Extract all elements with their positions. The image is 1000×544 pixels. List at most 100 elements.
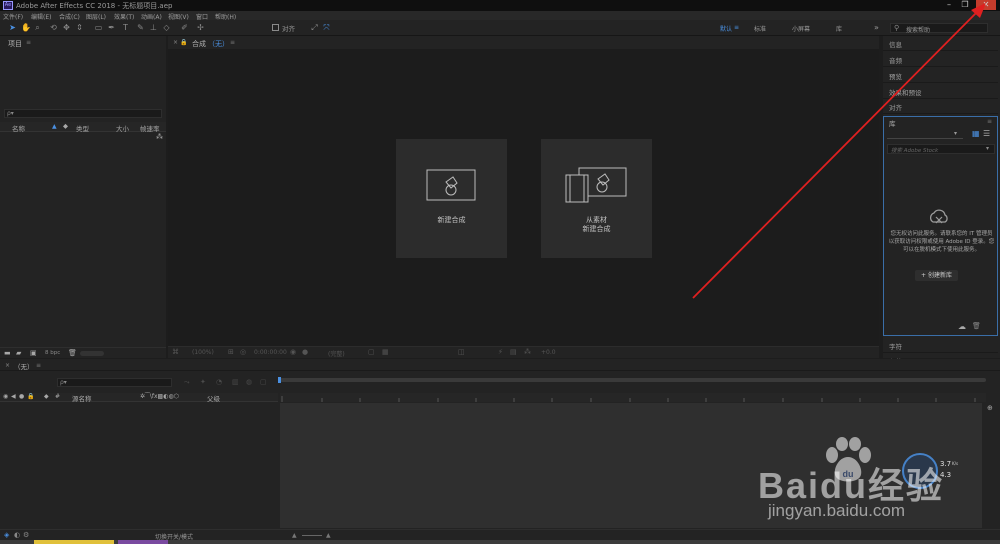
interpret-footage-icon[interactable]: ▬ [4, 349, 11, 357]
orbit-camera-icon[interactable]: ⟲ [49, 23, 58, 32]
library-panel-title[interactable]: 库 [889, 118, 896, 128]
solo-icon[interactable]: ● [19, 393, 24, 400]
label-tag-icon[interactable]: ◆ [44, 393, 49, 400]
type-tool-icon[interactable]: T [121, 23, 130, 32]
new-composition-icon[interactable]: ▣ [30, 349, 37, 357]
workspace-default[interactable]: 默认 [720, 24, 732, 33]
selection-tool-icon[interactable]: ➤ [8, 23, 17, 32]
panel-menu-icon[interactable]: ≡ [987, 118, 992, 125]
label-tag-icon[interactable]: ◆ [63, 122, 68, 130]
switches-icons[interactable]: ✲⁀\fx▩◐◍⬡ [140, 393, 179, 400]
composition-tab-label[interactable]: 合成 [192, 39, 206, 49]
lock-icon[interactable]: 🔒 [180, 39, 187, 46]
creative-cloud-icon[interactable]: ☁ [958, 322, 966, 331]
project-panel-title[interactable]: 项目 [8, 39, 22, 49]
maximize-button[interactable]: ❐ [958, 0, 972, 10]
workspace-small-screen[interactable]: 小屏幕 [792, 24, 810, 33]
brush-tool-icon[interactable]: ✎ [136, 23, 145, 32]
grid-icon[interactable]: ⊞ [228, 348, 234, 356]
pen-tool-icon[interactable]: ✒ [107, 23, 116, 32]
in-out-icon[interactable]: ⚙ [23, 531, 29, 539]
character-panel-tab[interactable]: 字符 [883, 338, 998, 353]
comp-button-icon[interactable]: ⊕ [987, 404, 993, 412]
always-preview-icon[interactable]: ⌘ [172, 348, 179, 356]
info-panel-tab[interactable]: 信息 [883, 36, 998, 51]
list-view-icon[interactable]: ☰ [983, 129, 990, 138]
hand-tool-icon[interactable]: ✋ [21, 23, 31, 32]
frame-blending-icon[interactable]: ▥ [232, 378, 239, 386]
bit-depth[interactable]: 8 bpc [45, 350, 60, 356]
shy-layers-icon[interactable]: ◔ [216, 378, 222, 386]
adobe-stock-search-input[interactable]: 搜索 Adobe Stock ▾ [887, 144, 995, 154]
delete-icon[interactable]: 🗑 [972, 322, 981, 330]
chevron-down-icon[interactable]: ▾ [986, 145, 989, 152]
video-toggle-icon[interactable]: ◉ [3, 393, 8, 400]
timeline-tab-label[interactable]: （无） [14, 361, 34, 371]
close-button[interactable]: ✕ [976, 0, 996, 10]
grid-view-icon[interactable]: ▦ [972, 129, 980, 138]
pan-camera-icon[interactable]: ✥ [62, 23, 71, 32]
fast-previews-icon[interactable]: ⚡ [498, 348, 503, 356]
puppet-pin-icon[interactable]: ✢ [196, 23, 205, 32]
transfer-controls-icon[interactable]: ◐ [14, 531, 20, 539]
project-search-input[interactable]: ρ▾ [4, 109, 162, 118]
new-folder-icon[interactable]: ▰ [16, 349, 21, 357]
audio-toggle-icon[interactable]: ◀ [11, 393, 16, 400]
composition-mini-flowchart-icon[interactable]: ⤳ [184, 378, 190, 387]
timeline-zoom-slider[interactable] [302, 535, 322, 536]
rectangle-tool-icon[interactable]: ▭ [94, 23, 103, 32]
mask-visibility-icon[interactable]: ◎ [240, 348, 246, 356]
work-area-start-handle[interactable] [278, 377, 281, 383]
effects-presets-panel-tab[interactable]: 效果和预设 [883, 84, 998, 99]
minimize-button[interactable]: – [942, 0, 956, 10]
lock-icon[interactable]: 🔒 [27, 393, 34, 400]
timeline-search-input[interactable]: ρ▾ [57, 378, 172, 387]
panel-menu-icon[interactable]: ≡ [230, 39, 235, 46]
transparency-grid-icon[interactable]: ▦ [382, 348, 389, 356]
motion-blur-icon[interactable]: ◍ [246, 378, 252, 386]
column-name[interactable]: 名称 [12, 123, 25, 133]
flowchart-icon[interactable]: ⁂ [156, 133, 163, 141]
close-tab-icon[interactable]: × [173, 39, 178, 46]
thumbnail-slider[interactable] [80, 351, 104, 356]
align-panel-tab[interactable]: 对齐 [883, 99, 998, 114]
column-type[interactable]: 类型 [76, 123, 89, 133]
snapshot-icon[interactable]: ◉ [290, 348, 296, 356]
sort-ascending-icon[interactable]: ▲ [52, 123, 57, 130]
panel-menu-icon[interactable]: ≡ [26, 39, 31, 46]
work-area-bar[interactable] [280, 378, 986, 382]
taskbar-ae-item[interactable] [118, 540, 168, 544]
draft-3d-icon[interactable]: ✦ [200, 378, 206, 386]
zoom-tool-icon[interactable]: ⌕ [33, 23, 42, 32]
preview-panel-tab[interactable]: 预览 [883, 68, 998, 83]
delete-icon[interactable]: 🗑 [68, 349, 77, 357]
panel-menu-icon[interactable]: ≡ [36, 362, 41, 369]
audio-panel-tab[interactable]: 音频 [883, 52, 998, 67]
search-help-field[interactable]: ⚲ 搜索帮助 [890, 23, 988, 34]
resolution-dropdown[interactable]: (完整) [328, 349, 345, 358]
chevron-down-icon[interactable]: ▾ [954, 130, 957, 137]
close-tab-icon[interactable]: × [5, 362, 10, 369]
taskbar-folder-item[interactable] [34, 540, 114, 544]
region-of-interest-icon[interactable]: ▢ [368, 348, 375, 356]
column-size[interactable]: 大小 [116, 123, 129, 133]
more-workspaces-icon[interactable]: » [874, 23, 879, 32]
3d-view-icon[interactable]: ◫ [458, 348, 465, 356]
current-time-display[interactable]: 0:00:00:00 [254, 349, 287, 356]
new-composition-from-footage-card[interactable]: 从素材 新建合成 [541, 139, 652, 258]
snap-feature-icon[interactable]: ⤧ [322, 23, 331, 32]
magnification-dropdown[interactable]: (100%) [192, 349, 214, 356]
layer-switches-icon[interactable]: ◈ [4, 531, 9, 539]
zoom-out-icon[interactable]: ▲ [292, 532, 297, 539]
column-frame-rate[interactable]: 帧速率 [140, 123, 160, 133]
show-channel-icon[interactable]: ● [302, 348, 308, 356]
workspace-menu-icon[interactable]: ≡ [734, 24, 739, 31]
clone-stamp-icon[interactable]: ⊥ [149, 23, 158, 32]
workspace-standard[interactable]: 标准 [754, 24, 766, 33]
graph-editor-icon[interactable]: ▢ [260, 378, 267, 386]
column-parent[interactable]: 父级 [207, 393, 220, 403]
create-new-library-button[interactable]: + 创建新库 [915, 270, 958, 281]
exposure-value[interactable]: +0.0 [541, 349, 556, 356]
library-dropdown[interactable] [887, 130, 963, 139]
snap-checkbox[interactable] [272, 24, 279, 31]
